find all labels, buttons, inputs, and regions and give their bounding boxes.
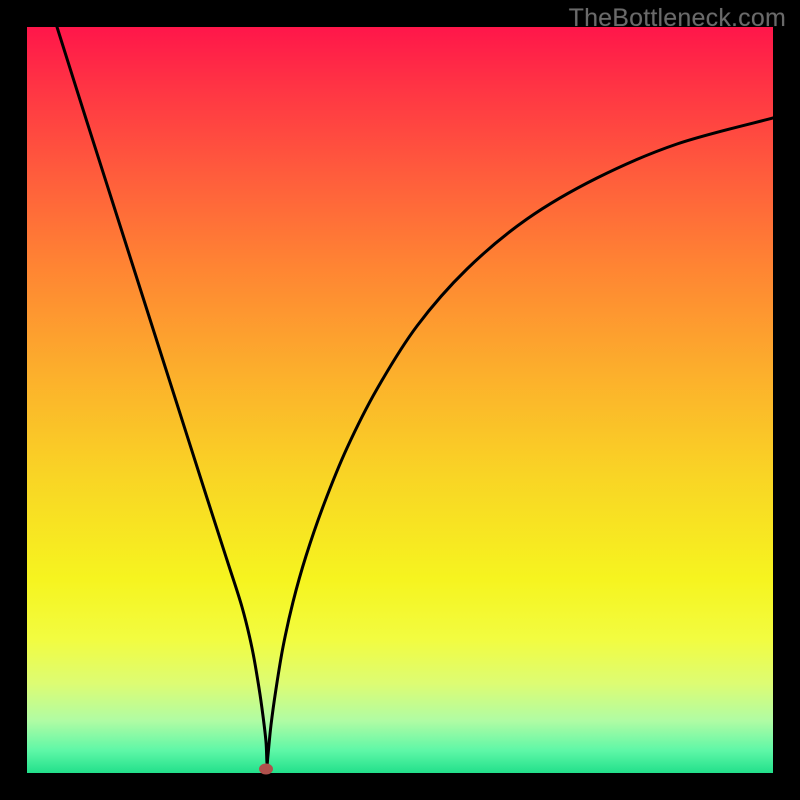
watermark-text: TheBottleneck.com [569,4,786,33]
curve-svg [27,27,773,773]
minimum-marker [259,764,273,775]
chart-stage: TheBottleneck.com [0,0,800,800]
curve-path [57,27,773,764]
plot-area [27,27,773,773]
